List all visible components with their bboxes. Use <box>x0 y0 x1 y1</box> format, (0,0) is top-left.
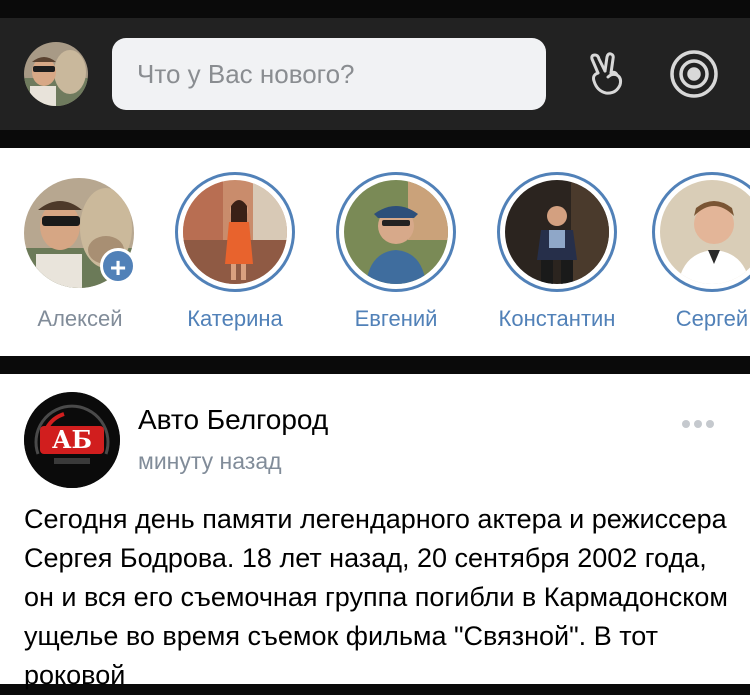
story-avatar <box>660 180 750 284</box>
story-name: Сергей <box>675 306 749 331</box>
top-bar: Что у Вас нового? <box>0 18 750 130</box>
stories-bar: + Алексей Катерина Евгений Константин Се… <box>0 148 750 356</box>
feed-post: АБ Авто Белгород минуту назад Сегодня де… <box>0 374 750 690</box>
hand-victory-icon[interactable] <box>584 51 630 97</box>
target-icon[interactable] <box>668 48 720 100</box>
story-ring <box>336 172 456 292</box>
story-ring <box>175 172 295 292</box>
more-options-icon[interactable] <box>680 416 716 432</box>
story-avatar <box>183 180 287 284</box>
profile-avatar[interactable] <box>24 42 88 106</box>
post-author[interactable]: Авто Белгород <box>138 404 328 436</box>
story-name: Евгений <box>354 306 438 331</box>
add-story-icon[interactable]: + <box>100 248 136 284</box>
story-ring <box>497 172 617 292</box>
post-text: Сегодня день памяти легендарного актера … <box>24 504 728 690</box>
story-ring <box>652 172 750 292</box>
story-name: Катерина <box>187 306 283 331</box>
community-avatar[interactable]: АБ <box>24 392 120 488</box>
search-input[interactable]: Что у Вас нового? <box>112 38 546 110</box>
story-avatar <box>505 180 609 284</box>
story-name: Константин <box>498 306 616 331</box>
post-time: минуту назад <box>138 448 282 474</box>
community-logo-text: АБ <box>51 425 93 454</box>
story-avatar <box>344 180 448 284</box>
story-name: Алексей <box>37 306 123 331</box>
search-placeholder: Что у Вас нового? <box>137 58 355 89</box>
